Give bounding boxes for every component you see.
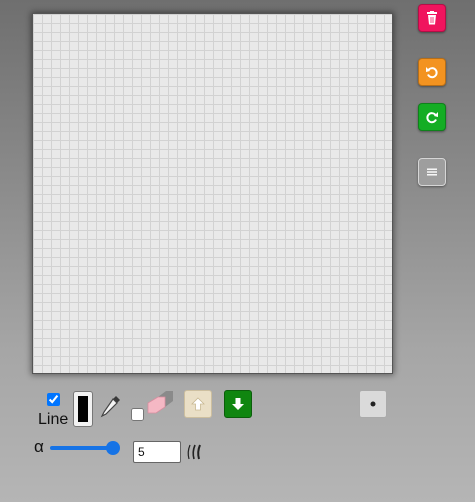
- menu-icon: [427, 168, 437, 176]
- fill-checkbox[interactable]: [131, 408, 144, 421]
- stroke-color-fill: [78, 396, 88, 422]
- clear-button[interactable]: [418, 4, 446, 32]
- dot-icon: [370, 401, 376, 407]
- undo-icon: [426, 67, 438, 79]
- arrow-up-icon: [191, 397, 205, 411]
- eraser-icon[interactable]: [146, 389, 176, 415]
- dot-button[interactable]: [359, 390, 387, 418]
- line-checkbox[interactable]: [47, 393, 60, 406]
- brush-strokes-icon: [187, 444, 201, 460]
- eyedropper-icon[interactable]: [99, 393, 123, 419]
- stroke-color-swatch[interactable]: [73, 391, 93, 427]
- arrow-down-icon: [232, 398, 244, 410]
- alpha-slider-thumb[interactable]: [106, 441, 120, 455]
- redo-icon: [426, 112, 438, 124]
- alpha-slider[interactable]: [50, 441, 120, 455]
- redo-button[interactable]: [418, 103, 446, 131]
- stroke-width-input[interactable]: [133, 441, 181, 463]
- move-down-button[interactable]: [224, 390, 252, 418]
- drawing-canvas[interactable]: [32, 13, 393, 374]
- menu-button[interactable]: [418, 158, 446, 186]
- line-label: Line: [38, 411, 69, 428]
- trash-icon: [427, 11, 437, 25]
- alpha-slider-track: [50, 446, 114, 450]
- alpha-label: α: [34, 437, 44, 456]
- undo-button[interactable]: [418, 58, 446, 86]
- move-up-button[interactable]: [184, 390, 212, 418]
